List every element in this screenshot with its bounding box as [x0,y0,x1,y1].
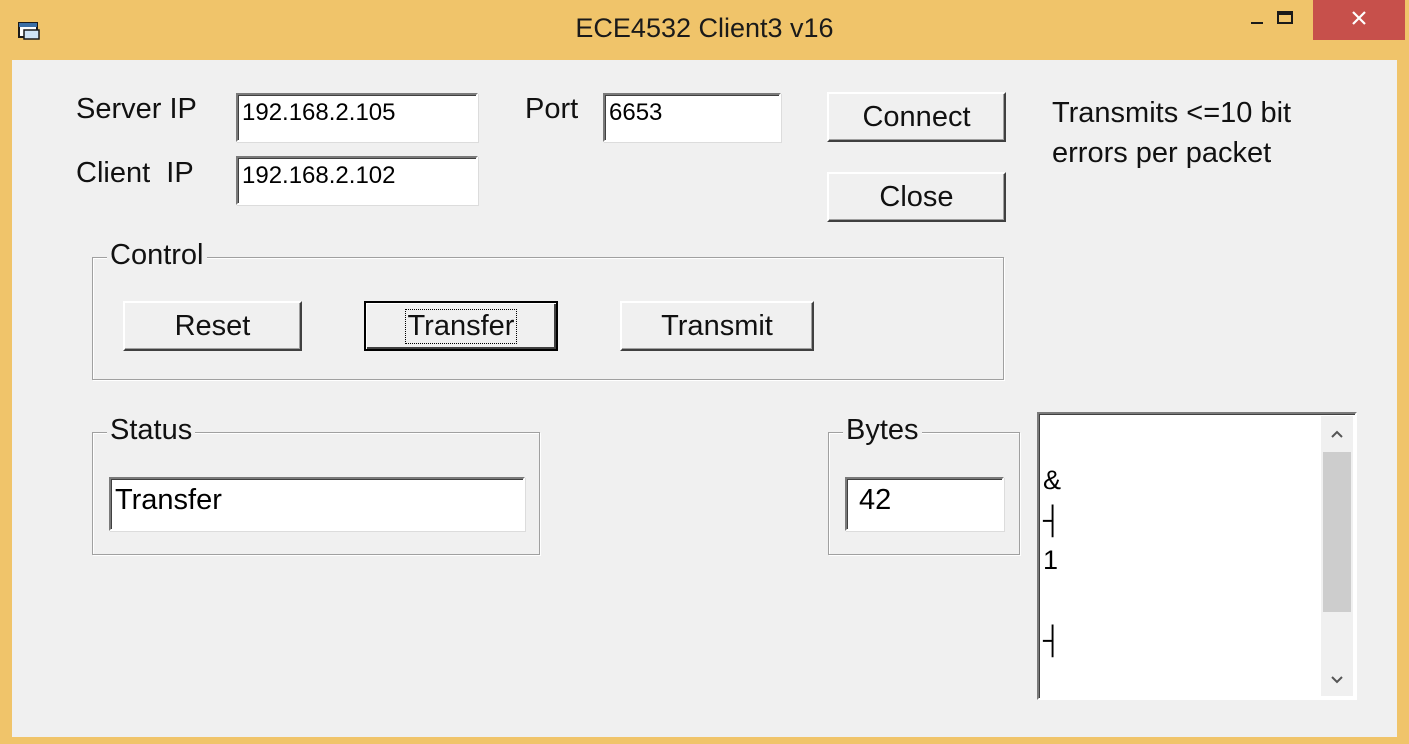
control-group: Control Reset Transfer Transmit [92,238,1004,380]
maximize-icon [1276,10,1294,30]
transfer-button[interactable]: Transfer [364,301,558,351]
client-area: Server IP 192.168.2.105 Port 6653 Connec… [12,60,1397,737]
transmit-button-label: Transmit [661,309,773,342]
reset-button[interactable]: Reset [123,301,302,351]
title-bar[interactable]: ECE4532 Client3 v16 [0,0,1409,60]
port-field[interactable]: 6653 [603,93,781,142]
status-field[interactable]: Transfer [109,477,525,531]
reset-button-label: Reset [174,309,251,342]
close-window-button[interactable] [1313,0,1405,40]
close-button-label: Close [879,180,954,213]
port-label: Port [525,93,579,125]
status-group-title: Status [107,413,196,447]
received-data-list[interactable]: & ┤ 1 ┤ [1037,412,1357,700]
list-item[interactable]: ┤ [1043,500,1317,540]
transmit-note-line-2: errors per packet [1052,137,1272,169]
transfer-button-label: Transfer [404,308,518,344]
vertical-scrollbar[interactable] [1321,416,1353,696]
transmit-button[interactable]: Transmit [620,301,814,351]
bytes-group-title: Bytes [843,413,922,447]
app-window: ECE4532 Client3 v16 Server IP 192.168.2.… [0,0,1409,744]
control-group-title: Control [107,238,207,272]
list-item[interactable]: 1 [1043,540,1317,580]
connect-button[interactable]: Connect [827,92,1006,142]
status-group: Status Transfer [92,413,540,555]
scroll-down-button[interactable] [1321,662,1353,696]
client-ip-field[interactable]: 192.168.2.102 [236,156,478,205]
scroll-up-button[interactable] [1321,416,1353,450]
window-title: ECE4532 Client3 v16 [575,13,834,43]
list-item[interactable]: ┤ [1043,620,1317,660]
server-ip-field[interactable]: 192.168.2.105 [236,93,478,142]
list-item[interactable] [1043,420,1317,460]
chevron-up-icon [1330,424,1344,443]
close-icon [1351,10,1367,30]
connect-button-label: Connect [862,100,971,133]
scrollbar-thumb[interactable] [1323,452,1351,612]
list-item[interactable] [1043,580,1317,620]
received-data-lines: & ┤ 1 ┤ [1043,420,1317,660]
maximize-button[interactable] [1256,0,1314,40]
transmit-note-line-1: Transmits <=10 bit [1052,97,1292,129]
close-button[interactable]: Close [827,172,1006,222]
bytes-group: Bytes 42 [828,413,1020,555]
transmit-note: Transmits <=10 bit errors per packet [1052,93,1291,173]
list-item[interactable]: & [1043,460,1317,500]
client-ip-label: Client IP [76,157,194,189]
chevron-down-icon [1330,670,1344,689]
server-ip-label: Server IP [76,93,197,125]
bytes-field[interactable]: 42 [845,477,1004,531]
